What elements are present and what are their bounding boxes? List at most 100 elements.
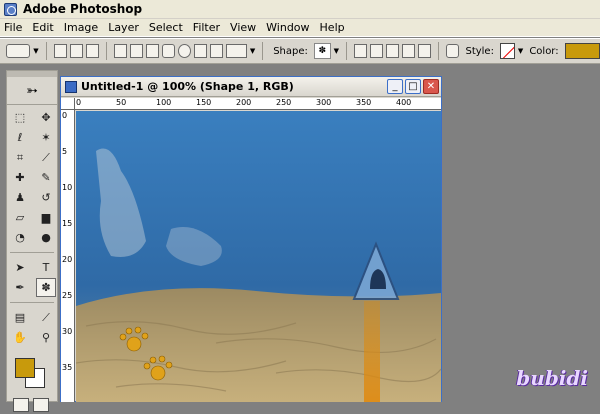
underwater-scene	[76, 111, 441, 402]
vertical-ruler[interactable]: 0 5 10 15 20 25 30 35	[61, 110, 75, 402]
style-label: Style:	[465, 45, 494, 57]
sign-post	[364, 301, 380, 402]
shape-picker[interactable]: ✽	[313, 43, 331, 59]
zoom-tool-icon[interactable]: ⚲	[36, 328, 56, 347]
menu-image[interactable]: Image	[64, 21, 98, 34]
document-window: Untitled-1 @ 100% (Shape 1, RGB) _ □ ✕ 0…	[60, 76, 442, 402]
line-tool-button[interactable]	[210, 44, 224, 58]
ruler-tick-label: 100	[156, 98, 172, 107]
color-label: Color:	[529, 45, 559, 57]
close-button[interactable]: ✕	[423, 79, 439, 94]
ruler-tick-label: 150	[196, 98, 212, 107]
quick-mask-button[interactable]	[33, 398, 49, 412]
divider	[10, 302, 54, 303]
eyedropper-icon[interactable]: ⟋	[36, 308, 56, 327]
chevron-down-icon[interactable]: ▼	[518, 47, 523, 55]
ruler-tick-label: 250	[276, 98, 292, 107]
ruler-tick-label: 10	[62, 183, 73, 192]
freeform-pen-button[interactable]	[129, 44, 143, 58]
divider	[346, 42, 347, 60]
move-tool-icon[interactable]: ✥	[36, 108, 56, 127]
title-bar: Adobe Photoshop	[0, 0, 600, 19]
chevron-down-icon[interactable]: ▼	[33, 47, 38, 55]
link-icon[interactable]	[446, 44, 460, 58]
rounded-rectangle-button[interactable]	[162, 44, 176, 58]
ruler-tick-label: 200	[236, 98, 252, 107]
blur-tool-icon[interactable]: ◔	[10, 228, 30, 247]
ruler-tick-label: 400	[396, 98, 412, 107]
ruler-tick-label: 20	[62, 255, 73, 264]
clone-stamp-icon[interactable]: ♟	[10, 188, 30, 207]
polygon-tool-button[interactable]	[194, 44, 208, 58]
document-title-bar[interactable]: Untitled-1 @ 100% (Shape 1, RGB) _ □ ✕	[61, 77, 441, 97]
history-brush-icon[interactable]: ↺	[36, 188, 56, 207]
intersect-shape-button[interactable]	[402, 44, 416, 58]
menu-select[interactable]: Select	[149, 21, 183, 34]
magic-wand-icon[interactable]: ✶	[36, 128, 56, 147]
paths-button[interactable]	[69, 44, 83, 58]
document-icon	[65, 80, 77, 93]
add-to-shape-button[interactable]	[370, 44, 384, 58]
maximize-button[interactable]: □	[405, 79, 421, 94]
feather-logo[interactable]: ➳	[7, 77, 57, 105]
ruler-tick-label: 25	[62, 291, 73, 300]
dodge-tool-icon[interactable]: ●	[36, 228, 56, 247]
type-tool-icon[interactable]: T	[36, 258, 56, 277]
ruler-tick-label: 0	[62, 111, 68, 120]
rectangle-tool-button[interactable]	[145, 44, 159, 58]
marquee-tool-icon[interactable]: ⬚	[10, 108, 30, 127]
ellipse-tool-button[interactable]	[178, 44, 192, 58]
menu-help[interactable]: Help	[320, 21, 345, 34]
divider	[45, 42, 47, 60]
chevron-down-icon[interactable]: ▼	[250, 47, 255, 55]
notes-tool-icon[interactable]: ▤	[10, 308, 30, 327]
path-selection-icon[interactable]: ➤	[10, 258, 30, 277]
crop-tool-icon[interactable]: ⌗	[10, 148, 30, 167]
ruler-origin[interactable]	[61, 98, 75, 110]
minimize-button[interactable]: _	[387, 79, 403, 94]
toolbox: ➳ ⬚ ✥ ℓ ✶ ⌗ ⟋ ✚ ✎ ♟ ↺ ▱ ▆ ◔ ● ➤ T ✒ ✽ ▤ …	[6, 70, 58, 412]
subtract-shape-button[interactable]	[386, 44, 400, 58]
horizontal-ruler[interactable]: 0 50 100 150 200 250 300 350 400	[75, 98, 441, 110]
custom-shape-button[interactable]	[226, 44, 247, 58]
eraser-tool-icon[interactable]: ▱	[10, 208, 30, 227]
chevron-down-icon[interactable]: ▼	[334, 47, 339, 55]
custom-shape-tool-icon[interactable]: ✽	[36, 278, 56, 297]
new-shape-area-button[interactable]	[353, 44, 368, 58]
style-picker[interactable]	[499, 43, 515, 59]
color-swatch[interactable]	[564, 43, 600, 59]
hand-tool-icon[interactable]: ✋	[10, 328, 30, 347]
ruler-tick-label: 15	[62, 219, 73, 228]
ruler-tick-label: 50	[116, 98, 127, 107]
pen-tool-icon[interactable]: ✒	[10, 278, 30, 297]
gradient-tool-icon[interactable]: ▆	[36, 208, 56, 227]
menu-view[interactable]: View	[230, 21, 256, 34]
ruler-tick-label: 5	[62, 147, 68, 156]
options-bar: ▼ ▼ Shape: ✽ ▼ Style: ▼ Color:	[0, 38, 600, 64]
shape-label: Shape:	[273, 45, 308, 57]
lasso-tool-icon[interactable]: ℓ	[10, 128, 30, 147]
menu-file[interactable]: File	[4, 21, 22, 34]
standard-mode-button[interactable]	[13, 398, 29, 412]
tool-preset-button[interactable]	[6, 44, 31, 58]
menu-window[interactable]: Window	[266, 21, 309, 34]
menu-edit[interactable]: Edit	[32, 21, 53, 34]
menu-filter[interactable]: Filter	[193, 21, 220, 34]
healing-brush-icon[interactable]: ✚	[10, 168, 30, 187]
menu-layer[interactable]: Layer	[108, 21, 139, 34]
foreground-color-swatch[interactable]	[15, 358, 35, 378]
divider	[438, 42, 440, 60]
shape-layers-button[interactable]	[53, 44, 67, 58]
document-title: Untitled-1 @ 100% (Shape 1, RGB)	[81, 80, 294, 93]
exclude-shape-button[interactable]	[418, 44, 432, 58]
ruler-tick-label: 30	[62, 327, 73, 336]
divider	[262, 42, 264, 60]
pen-tool-button[interactable]	[113, 44, 127, 58]
image-canvas[interactable]	[76, 111, 441, 402]
ruler-tick-label: 35	[62, 363, 73, 372]
ruler-tick-label: 0	[76, 98, 82, 107]
brush-tool-icon[interactable]: ✎	[36, 168, 56, 187]
fill-pixels-button[interactable]	[85, 44, 99, 58]
slice-tool-icon[interactable]: ⟋	[36, 148, 56, 167]
watermark-signature: bubidi	[516, 366, 588, 390]
